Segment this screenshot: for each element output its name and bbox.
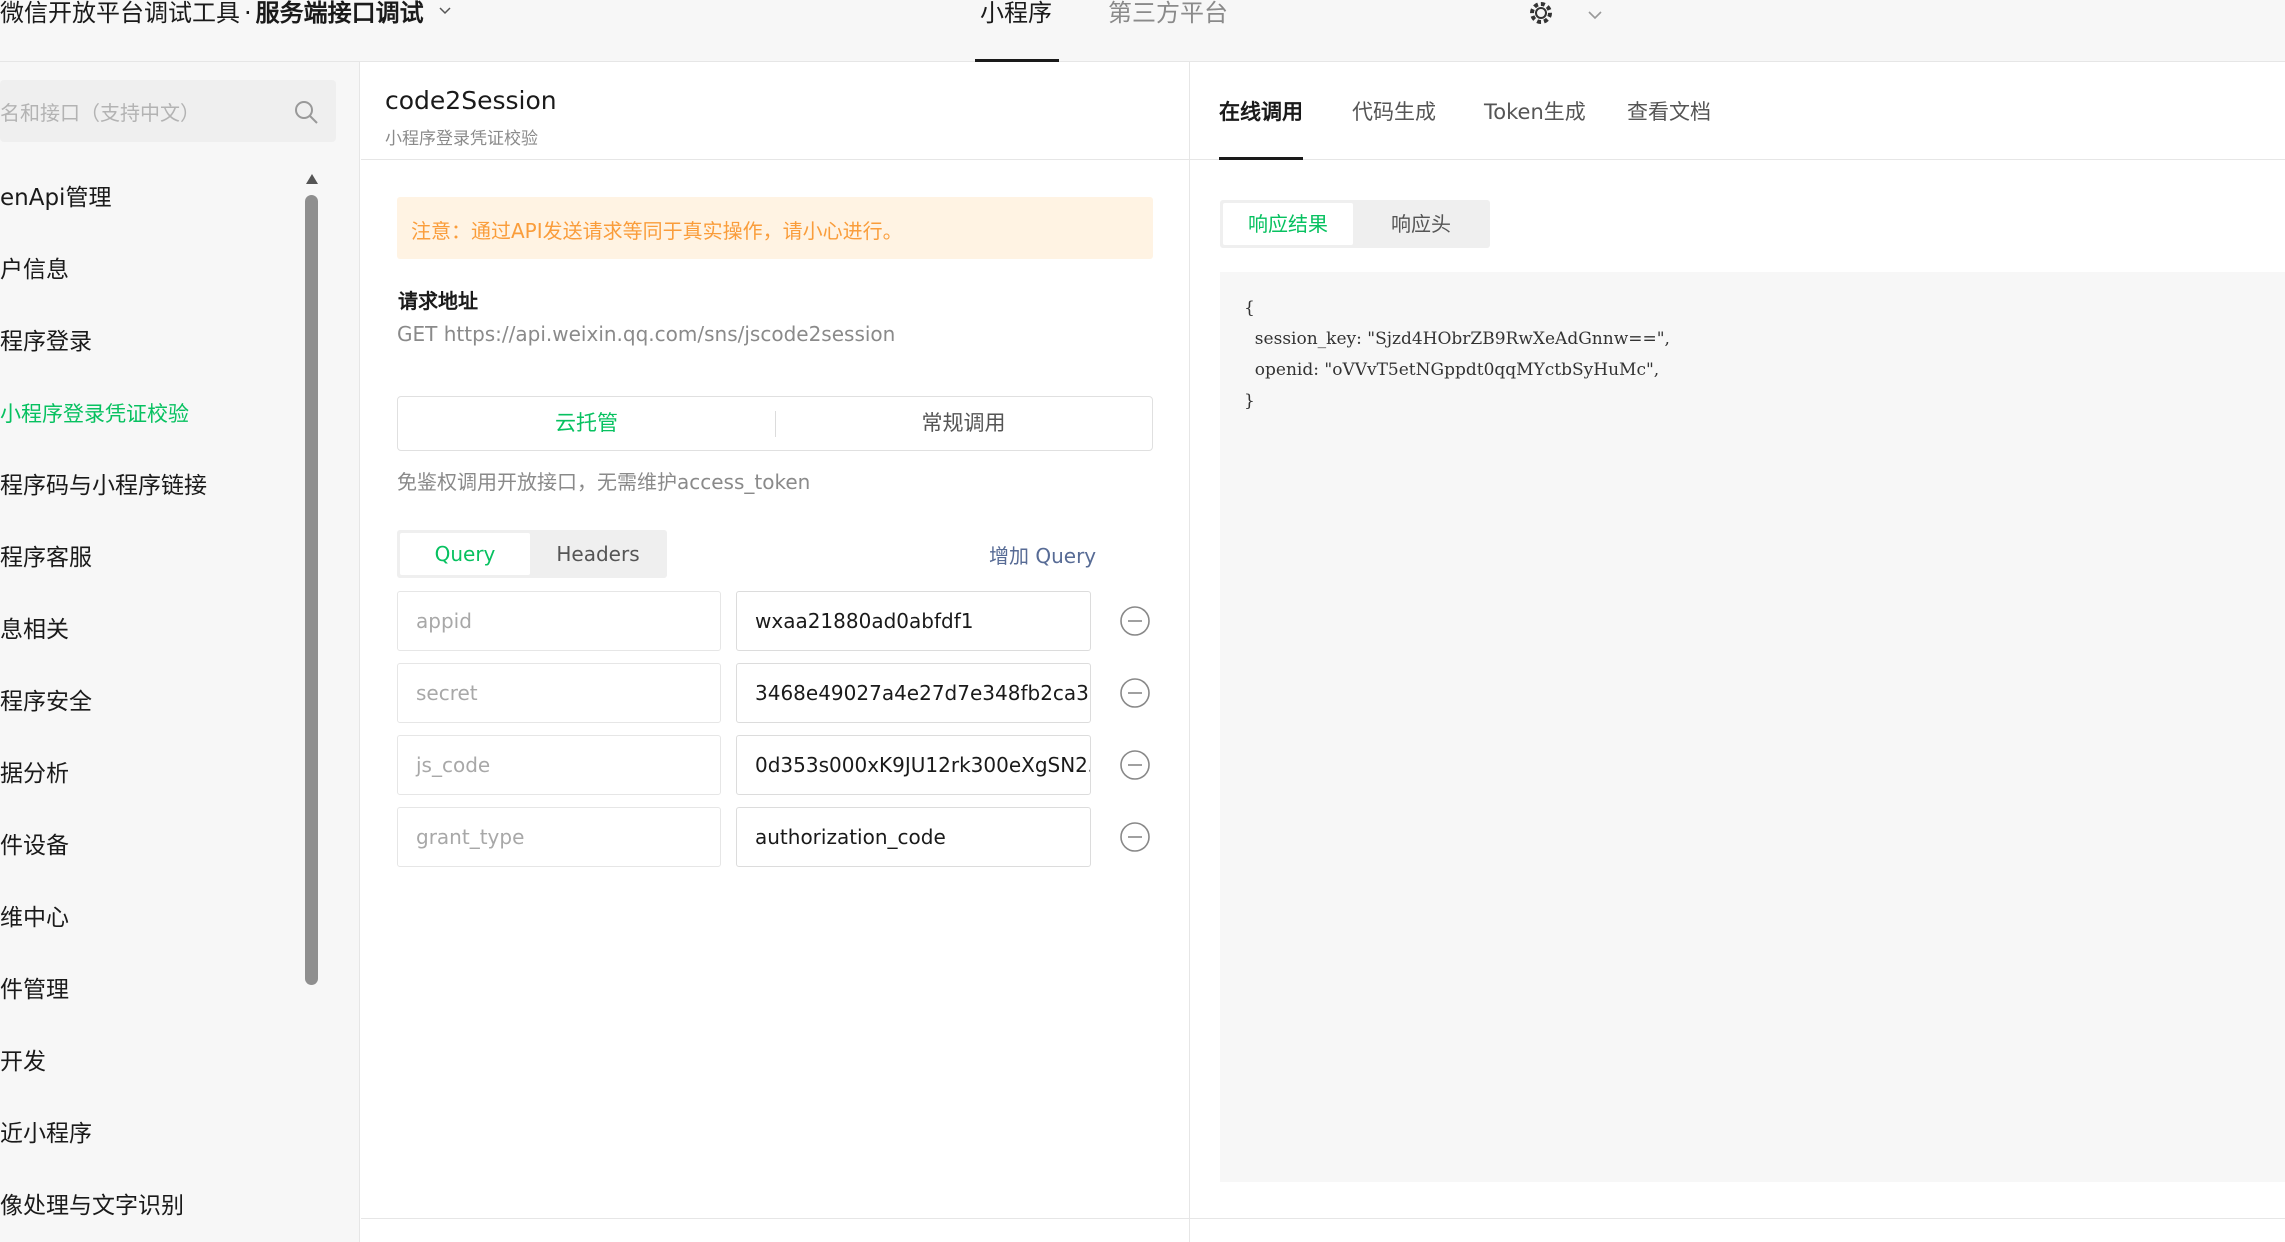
- response-line: }: [1244, 391, 1255, 411]
- right-panel-header: 在线调用 代码生成 Token生成 查看文档: [1190, 62, 2285, 160]
- app-title[interactable]: 微信开放平台调试工具 · 服务端接口调试: [0, 0, 453, 30]
- notice-text: 注意：通过API发送请求等同于真实操作，请小心进行。: [411, 219, 903, 243]
- gear-icon[interactable]: [1524, 0, 1558, 28]
- sidebar-item-security[interactable]: 程序安全: [0, 682, 92, 722]
- tab-online-call[interactable]: 在线调用: [1219, 96, 1303, 126]
- request-url: GET https://api.weixin.qq.com/sns/jscode…: [397, 322, 896, 346]
- search-input[interactable]: 名和接口（支持中文）: [0, 80, 336, 142]
- param-value-field[interactable]: wxaa21880ad0abfdf1: [736, 591, 1091, 651]
- minus-circle-icon[interactable]: [1119, 605, 1151, 637]
- sidebar: 名和接口（支持中文） enApi管理 户信息 程序登录 小程序登录凭证校验 程序…: [0, 62, 360, 1242]
- sidebar-item-user-info[interactable]: 户信息: [0, 250, 69, 290]
- panel-divider: [1189, 62, 1190, 1242]
- minus-circle-icon[interactable]: [1119, 821, 1151, 853]
- param-tabs: Query Headers: [397, 530, 667, 578]
- sidebar-item-analytics[interactable]: 据分析: [0, 754, 69, 794]
- param-value-field[interactable]: authorization_code: [736, 807, 1091, 867]
- call-mode-switch: 云托管 常规调用: [397, 396, 1153, 451]
- chevron-down-icon[interactable]: [437, 3, 453, 19]
- sidebar-item-hardware[interactable]: 件设备: [0, 826, 69, 866]
- active-tab-indicator: [1219, 157, 1303, 160]
- app-title-text: 微信开放平台调试工具: [0, 0, 240, 27]
- param-key-field[interactable]: js_code: [397, 735, 721, 795]
- param-row: secret 3468e49027a4e27d7e348fb2ca37b: [397, 663, 1157, 723]
- param-row: js_code 0d353s000xK9JU12rk300eXgSN25: [397, 735, 1157, 795]
- sidebar-item-ops-center[interactable]: 维中心: [0, 898, 69, 938]
- request-url-label: 请求地址: [398, 289, 478, 313]
- response-body: { session_key: "Sjzd4HObrZB9RwXeAdGnnw==…: [1220, 272, 2285, 1182]
- param-key-field[interactable]: grant_type: [397, 807, 721, 867]
- sidebar-item-code2session[interactable]: 小程序登录凭证校验: [0, 394, 189, 434]
- api-name: code2Session: [385, 86, 557, 115]
- param-key-field[interactable]: secret: [397, 663, 721, 723]
- mode-regular-button[interactable]: 常规调用: [775, 397, 1152, 450]
- app-root: 微信开放平台调试工具 · 服务端接口调试 小程序 第三方平台 名和接口（支持中文） …: [0, 0, 2285, 1242]
- api-description: 小程序登录凭证校验: [385, 129, 538, 149]
- response-tabs: 响应结果 响应头: [1220, 200, 1490, 248]
- bottom-divider: [361, 1218, 2285, 1219]
- sidebar-item-login[interactable]: 程序登录: [0, 322, 92, 362]
- mode-description: 免鉴权调用开放接口，无需维护access_token: [397, 470, 811, 494]
- tab-miniprogram[interactable]: 小程序: [980, 0, 1052, 62]
- minus-circle-icon[interactable]: [1119, 749, 1151, 781]
- response-line: {: [1244, 298, 1255, 318]
- tab-query[interactable]: Query: [400, 533, 530, 575]
- triangle-up-icon[interactable]: [304, 172, 320, 186]
- add-query-button[interactable]: 增加 Query: [989, 540, 1096, 569]
- tab-headers[interactable]: Headers: [533, 533, 663, 575]
- warning-notice: 注意：通过API发送请求等同于真实操作，请小心进行。: [397, 197, 1153, 259]
- response-line: session_key: "Sjzd4HObrZB9RwXeAdGnnw==",: [1244, 329, 1670, 349]
- chevron-down-icon[interactable]: [1584, 4, 1606, 26]
- minus-circle-icon[interactable]: [1119, 677, 1151, 709]
- sidebar-item-dev[interactable]: 开发: [0, 1042, 46, 1082]
- sidebar-item-openapi[interactable]: enApi管理: [0, 178, 111, 218]
- param-row: appid wxaa21880ad0abfdf1: [397, 591, 1157, 651]
- tab-third-party[interactable]: 第三方平台: [1108, 0, 1228, 62]
- response-line: openid: "oVVvT5etNGppdt0qqMYctbSyHuMc",: [1244, 360, 1660, 380]
- section-title: 服务端接口调试: [255, 0, 424, 27]
- title-separator: ·: [244, 0, 252, 27]
- tab-view-docs[interactable]: 查看文档: [1627, 96, 1711, 126]
- tab-code-gen[interactable]: 代码生成: [1352, 96, 1436, 126]
- param-value-field[interactable]: 3468e49027a4e27d7e348fb2ca37b: [736, 663, 1091, 723]
- tab-response-result[interactable]: 响应结果: [1223, 203, 1353, 245]
- top-header: 微信开放平台调试工具 · 服务端接口调试 小程序 第三方平台: [0, 0, 2285, 62]
- sidebar-item-plugin[interactable]: 件管理: [0, 970, 69, 1010]
- tab-token-gen[interactable]: Token生成: [1484, 96, 1586, 126]
- search-placeholder: 名和接口（支持中文）: [0, 101, 200, 125]
- mode-cloud-button[interactable]: 云托管: [398, 397, 775, 450]
- param-row: grant_type authorization_code: [397, 807, 1157, 867]
- sidebar-item-customer-service[interactable]: 程序客服: [0, 538, 92, 578]
- tab-response-headers[interactable]: 响应头: [1356, 203, 1486, 245]
- sidebar-item-image-ocr[interactable]: 像处理与文字识别: [0, 1186, 184, 1226]
- param-key-field[interactable]: appid: [397, 591, 721, 651]
- search-icon[interactable]: [292, 98, 320, 126]
- sidebar-scrollbar[interactable]: [305, 195, 318, 985]
- sidebar-item-message[interactable]: 息相关: [0, 610, 69, 650]
- param-value-field[interactable]: 0d353s000xK9JU12rk300eXgSN25: [736, 735, 1091, 795]
- sidebar-item-nearby[interactable]: 近小程序: [0, 1114, 92, 1154]
- sidebar-item-qrcode[interactable]: 程序码与小程序链接: [0, 466, 207, 506]
- api-header: code2Session 小程序登录凭证校验: [361, 62, 1190, 160]
